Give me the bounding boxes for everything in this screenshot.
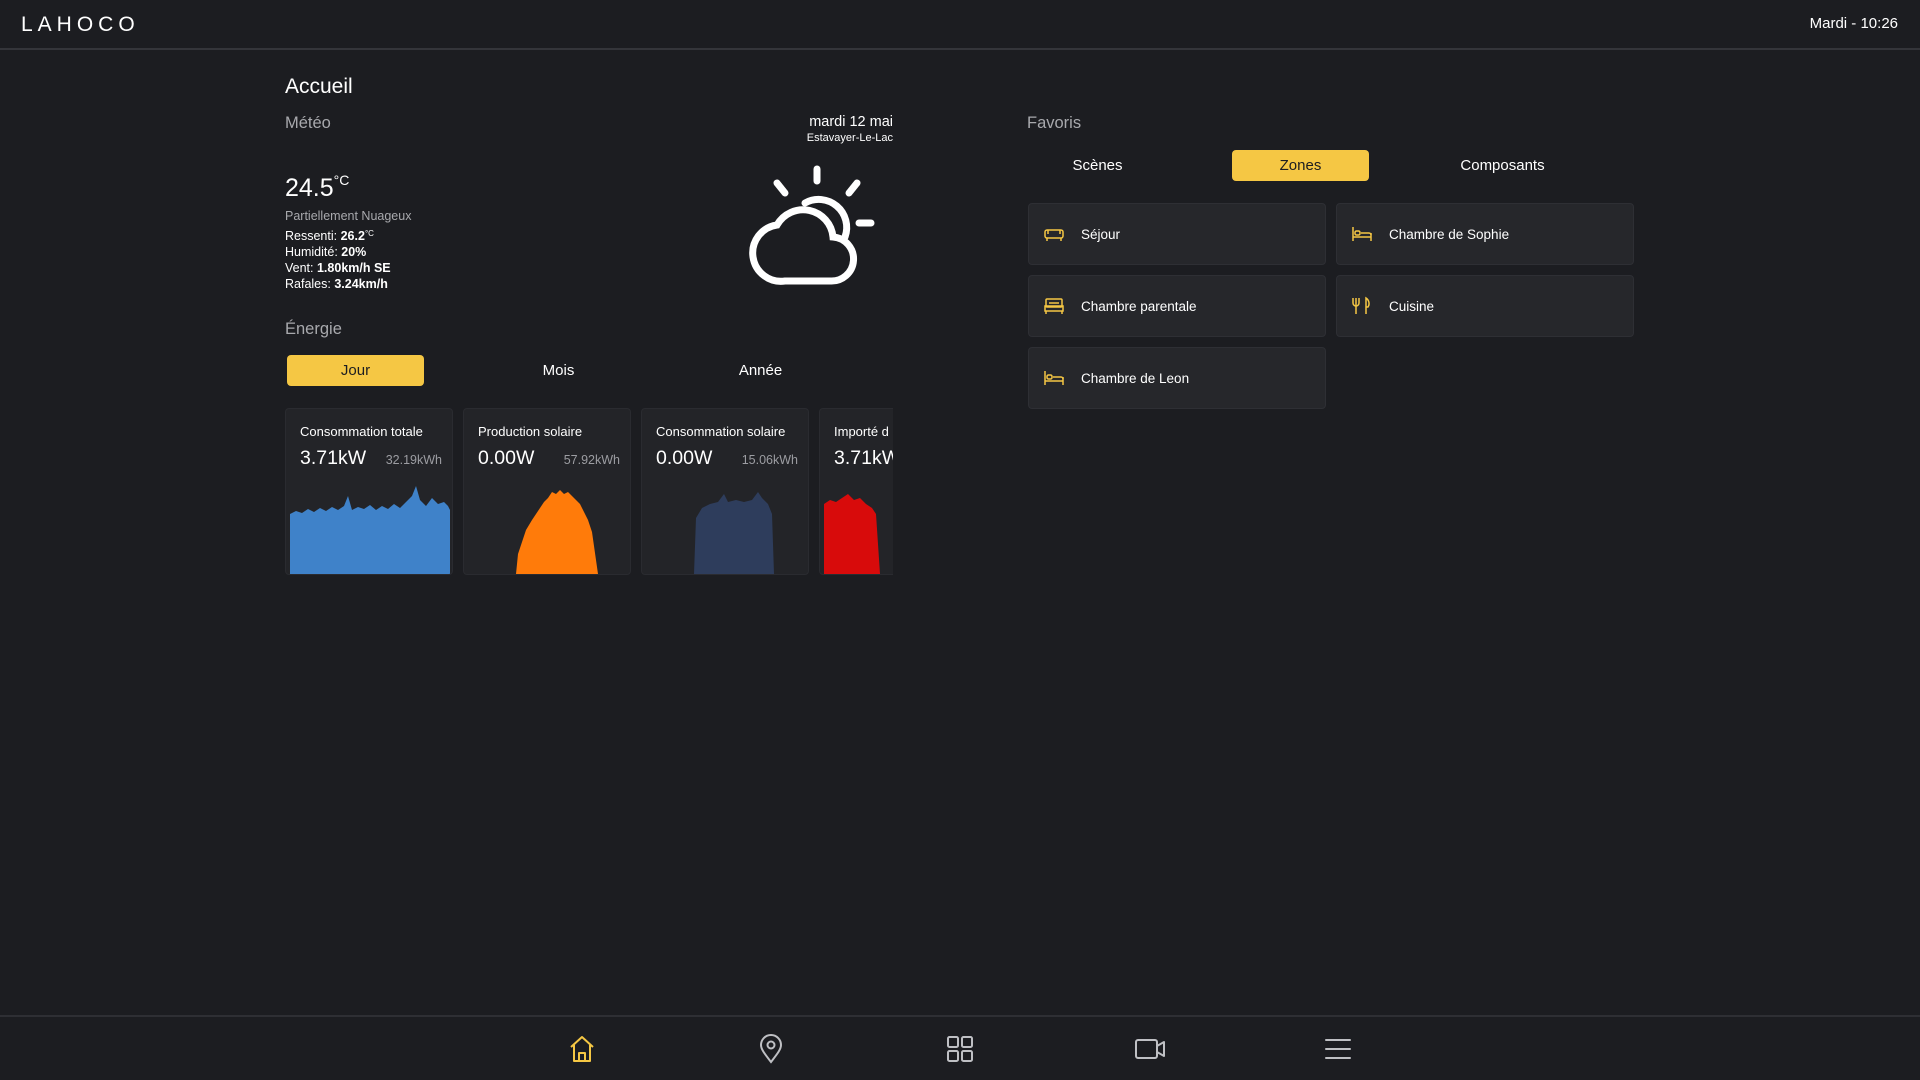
weather-section-title: Météo (285, 114, 331, 132)
feels-like-label: Ressenti: (285, 229, 341, 243)
brand-logo: LAHOCO (21, 13, 140, 36)
weather-date: mardi 12 mai (809, 114, 893, 130)
tab-composants[interactable]: Composants (1434, 150, 1571, 181)
energy-card-solar-consumption[interactable]: Consommation solaire 0.00W 15.06kWh (641, 408, 809, 575)
temperature-value: 24.5 (285, 174, 334, 202)
grid-icon[interactable] (944, 1033, 976, 1065)
cutlery-icon (1352, 296, 1370, 314)
wind-value: 1.80km/h SE (316, 261, 391, 275)
bed-icon (1352, 227, 1372, 241)
energy-card-title: Importé d (834, 424, 889, 439)
humidity-value: 20% (341, 245, 367, 259)
tab-mois[interactable]: Mois (490, 355, 627, 386)
energy-card-value: 0.00W (478, 447, 535, 469)
temperature-unit: °C (333, 172, 350, 188)
energy-card-total: 32.19kWh (385, 453, 442, 467)
humidity-label: Humidité: (285, 245, 342, 259)
zone-label: Séjour (1081, 227, 1121, 242)
feels-like-unit: °C (364, 229, 374, 238)
gusts: Rafales: 3.24km/h (285, 277, 388, 291)
zone-cuisine[interactable]: Cuisine (1336, 275, 1634, 337)
weather-location: Estavayer-Le-Lac (806, 132, 893, 144)
clock: Mardi - 10:26 (1809, 15, 1898, 32)
solar-production-sparkline (516, 490, 598, 574)
tab-jour[interactable]: Jour (287, 355, 424, 386)
top-bar: LAHOCO Mardi - 10:26 (0, 0, 1920, 50)
energy-card-total: 57.92kWh (563, 453, 620, 467)
favorites-section-title: Favoris (1027, 114, 1082, 132)
energy-card-total-consumption[interactable]: Consommation totale 3.71kW 32.19kWh (285, 408, 453, 575)
zone-label: Chambre de Leon (1081, 371, 1190, 386)
zone-chambre-de-sophie[interactable]: Chambre de Sophie (1336, 203, 1634, 265)
bed-icon (1044, 371, 1064, 385)
energy-card-value: 3.71kW (300, 447, 367, 469)
feels-like: Ressenti: 26.2°C (285, 229, 374, 243)
energy-card-value: 3.71kW (834, 447, 893, 469)
energy-card-imported[interactable]: Importé d 3.71kW (819, 408, 893, 575)
energy-card-title: Consommation totale (300, 424, 423, 439)
zone-label: Chambre parentale (1081, 299, 1197, 314)
tab-scenes[interactable]: Scènes (1029, 150, 1166, 181)
gusts-label: Rafales: (285, 277, 335, 291)
consumption-sparkline (290, 486, 450, 574)
menu-icon[interactable] (1322, 1033, 1354, 1065)
zone-label: Chambre de Sophie (1389, 227, 1510, 242)
weather-description: Partiellement Nuageux (285, 209, 412, 223)
energy-card-title: Production solaire (478, 424, 583, 439)
energy-section-title: Énergie (285, 320, 342, 338)
zone-chambre-parentale[interactable]: Chambre parentale (1028, 275, 1326, 337)
zone-label: Cuisine (1389, 299, 1435, 314)
tab-annee[interactable]: Année (692, 355, 829, 386)
wind-label: Vent: (285, 261, 317, 275)
zone-chambre-de-leon[interactable]: Chambre de Leon (1028, 347, 1326, 409)
location-pin-icon[interactable] (755, 1033, 787, 1065)
energy-cards-carousel[interactable]: Consommation totale 3.71kW 32.19kWh Prod… (285, 400, 893, 585)
feels-like-value: 26.2 (340, 229, 365, 243)
energy-card-title: Consommation solaire (656, 424, 786, 439)
video-camera-icon[interactable] (1134, 1033, 1166, 1065)
page-title: Accueil (285, 75, 353, 98)
energy-card-total: 15.06kWh (741, 453, 798, 467)
temperature: 24.5°C (285, 172, 350, 203)
bottom-nav (0, 1015, 1920, 1080)
partly-cloudy-icon (749, 165, 875, 285)
humidity: Humidité: 20% (285, 245, 366, 259)
solar-consumption-sparkline (694, 492, 774, 574)
energy-card-value: 0.00W (656, 447, 713, 469)
gusts-value: 3.24km/h (334, 277, 388, 291)
double-bed-icon (1044, 298, 1064, 314)
energy-card-solar-production[interactable]: Production solaire 0.00W 57.92kWh (463, 408, 631, 575)
wind: Vent: 1.80km/h SE (285, 261, 391, 275)
imported-energy-sparkline (824, 494, 880, 574)
zone-sejour[interactable]: Séjour (1028, 203, 1326, 265)
sofa-icon (1044, 229, 1064, 241)
home-icon[interactable] (566, 1033, 598, 1065)
tab-zones[interactable]: Zones (1232, 150, 1369, 181)
